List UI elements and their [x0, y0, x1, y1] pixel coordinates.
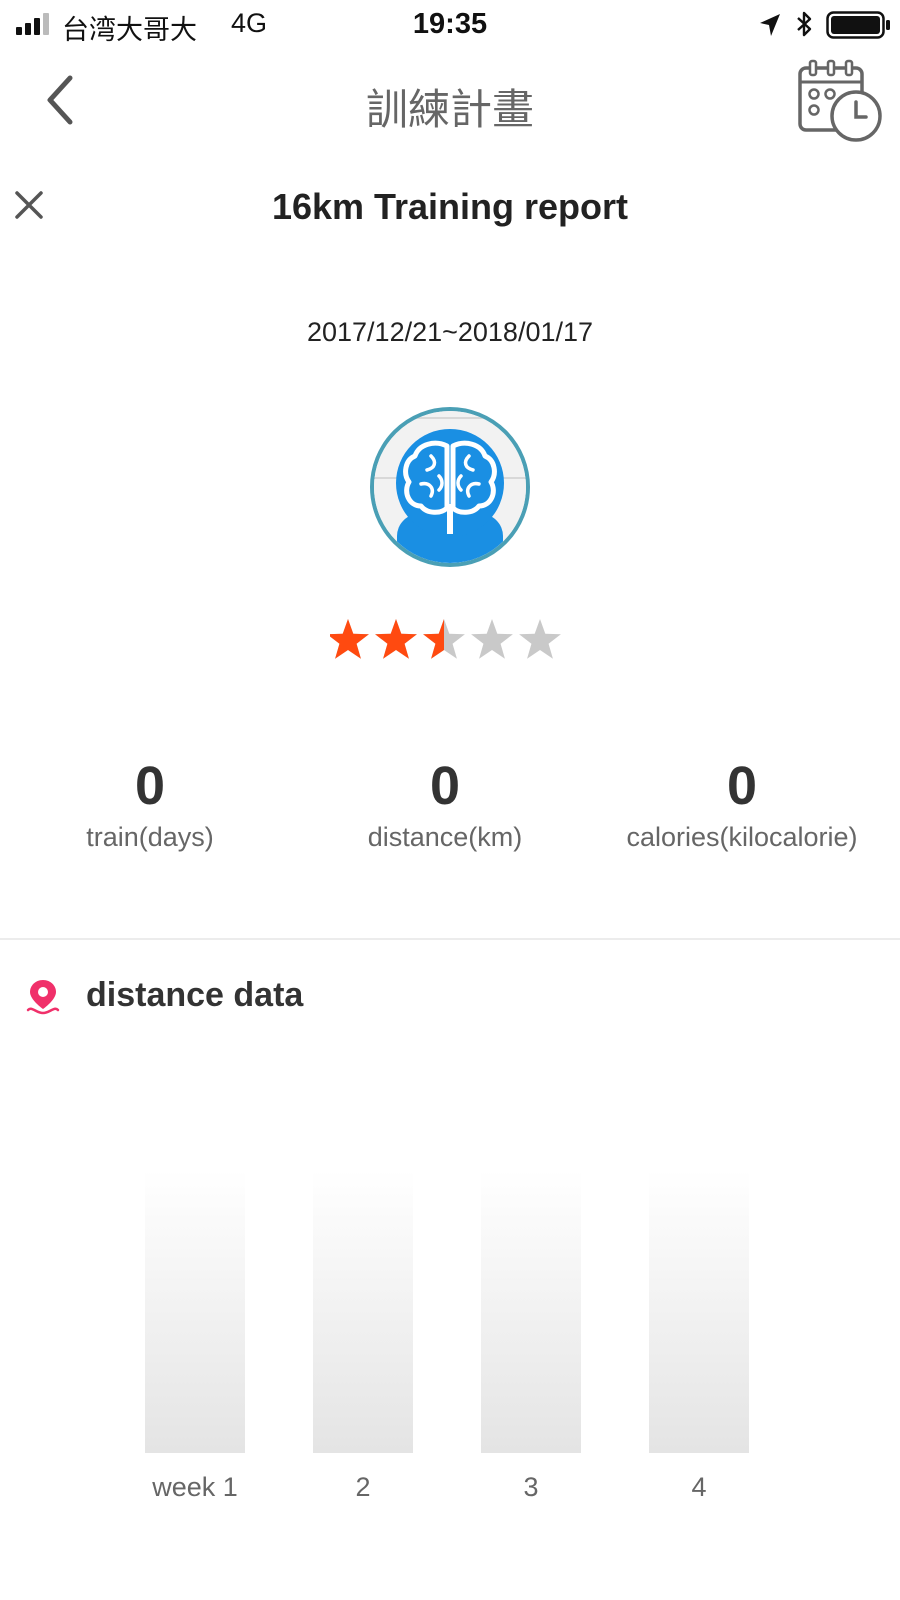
- stat-value: 0: [726, 756, 758, 816]
- battery-icon: [826, 11, 890, 39]
- star-icon: [471, 619, 513, 659]
- status-bar: 台湾大哥大 4G 19:35: [0, 0, 900, 50]
- chart-bar: [649, 1170, 749, 1453]
- report-title: 16km Training report: [271, 186, 629, 227]
- stat-distance: 0 distance(km): [295, 756, 595, 853]
- chart-bar: [481, 1170, 581, 1453]
- date-range: 2017/12/21~2018/01/17: [306, 317, 594, 347]
- x-tick-label: week 1: [151, 1472, 238, 1502]
- star-icon: [519, 619, 561, 659]
- stat-value: 0: [429, 756, 461, 816]
- nav-bar: 訓練計畫: [0, 50, 900, 150]
- stat-calories: 0 calories(kilocalorie): [592, 756, 892, 853]
- stat-label: distance(km): [367, 822, 523, 852]
- stat-label: train(days): [86, 822, 214, 852]
- chart-bar: [145, 1170, 245, 1453]
- x-tick-label: 4: [691, 1472, 706, 1502]
- x-tick-label: 3: [523, 1472, 538, 1502]
- section-title: distance data: [86, 976, 304, 1014]
- calendar-clock-icon[interactable]: [796, 58, 886, 144]
- bluetooth-icon: [797, 11, 812, 37]
- stat-train-days: 0 train(days): [0, 756, 300, 853]
- star-rating: [330, 619, 561, 659]
- stat-label: calories(kilocalorie): [626, 822, 858, 852]
- page-title: 訓練計畫: [365, 85, 534, 134]
- chart-bar: [313, 1170, 413, 1453]
- location-pin-icon: [26, 980, 60, 1015]
- location-arrow-icon: [760, 14, 780, 36]
- brain-icon: [370, 407, 530, 567]
- section-divider: [0, 938, 900, 940]
- star-filled-icon: [375, 619, 417, 659]
- stat-value: 0: [134, 756, 166, 816]
- distance-bar-chart: week 1 2 3 4: [145, 1170, 749, 1502]
- star-filled-icon: [330, 619, 369, 659]
- x-tick-label: 2: [355, 1472, 370, 1502]
